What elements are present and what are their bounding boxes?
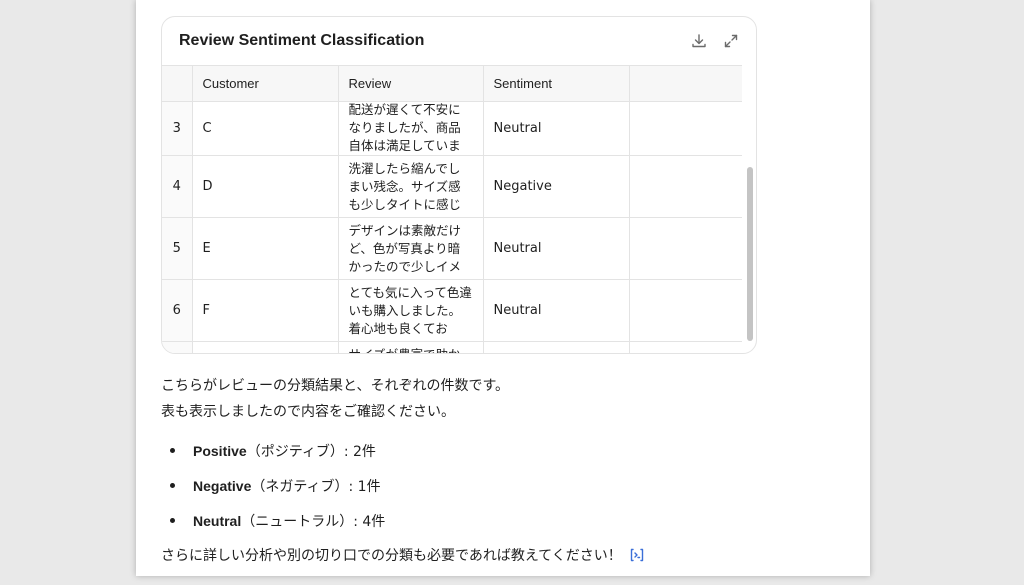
summary-label: Negative: [193, 477, 252, 494]
message-line: 表も表示しましたので内容をご確認ください。: [161, 404, 455, 420]
chat-panel: Review Sentiment Classification Customer…: [136, 0, 870, 576]
message-line: こちらがレビューの分類結果と、それぞれの件数です。: [161, 378, 510, 394]
assistant-message: こちらがレビューの分類結果と、それぞれの件数です。 表も表示しましたので内容をご…: [161, 373, 509, 425]
closing-message: さらに詳しい分析や別の切り口での分類も必要であれば教えてください！: [161, 545, 646, 565]
header-sentiment[interactable]: Sentiment: [483, 65, 630, 102]
cell-sentiment[interactable]: Neutral: [483, 279, 630, 342]
header-customer[interactable]: Customer: [192, 65, 339, 102]
card-header: Review Sentiment Classification: [162, 17, 756, 65]
review-text: デザインは素敵だけど、色が写真より暗かったので少しイメ: [348, 222, 462, 274]
cell-customer[interactable]: E: [192, 217, 339, 280]
header-index: [162, 65, 193, 102]
closing-text: さらに詳しい分析や別の切り口での分類も必要であれば教えてください！: [161, 548, 622, 564]
table-header-row: Customer Review Sentiment: [162, 65, 742, 102]
table-row: 5 E デザインは素敵だけど、色が写真より暗かったので少しイメ Neutral: [162, 217, 742, 280]
table-row: 6 F とても気に入って色違いも購入しました。着心地も良くてお Neutral: [162, 279, 742, 342]
cell-empty: [629, 101, 742, 156]
summary-detail: （ポジティブ）: 2件: [246, 443, 376, 460]
cell-sentiment[interactable]: [483, 341, 630, 353]
header-review[interactable]: Review: [338, 65, 484, 102]
cell-sentiment[interactable]: Neutral: [483, 101, 630, 156]
row-index: 4: [162, 155, 193, 218]
cell-customer[interactable]: F: [192, 279, 339, 342]
row-index: [162, 341, 193, 353]
cell-review[interactable]: デザインは素敵だけど、色が写真より暗かったので少しイメ: [338, 217, 484, 280]
card-title: Review Sentiment Classification: [179, 32, 425, 49]
bullet-icon: [170, 448, 175, 453]
summary-detail: （ネガティブ）: 1件: [251, 478, 381, 495]
table-row: 4 D 洗濯したら縮んでしまい残念。サイズ感も少しタイトに感じ Negative: [162, 155, 742, 218]
summary-list: Positive （ポジティブ）: 2件 Negative （ネガティブ）: 1…: [170, 433, 385, 538]
review-text: 洗濯したら縮んでしまい残念。サイズ感も少しタイトに感じ: [348, 160, 462, 212]
table-viewport[interactable]: Customer Review Sentiment 3 C 配送が遅くて不安にな…: [162, 65, 742, 354]
summary-label: Positive: [193, 442, 247, 459]
cell-review[interactable]: サイズが豊富で助か: [338, 341, 484, 354]
summary-label: Neutral: [193, 512, 242, 529]
cell-empty: [629, 155, 742, 218]
review-text: とても気に入って色違いも購入しました。着心地も良くてお: [348, 284, 472, 336]
expand-icon[interactable]: [722, 32, 740, 50]
cell-review[interactable]: 洗濯したら縮んでしまい残念。サイズ感も少しタイトに感じ: [338, 155, 484, 218]
cell-empty: [629, 341, 742, 353]
summary-detail: （ニュートラル）: 4件: [241, 513, 386, 530]
table-row: 3 C 配送が遅くて不安になりましたが、商品自体は満足していま Neutral: [162, 101, 742, 156]
bullet-icon: [170, 483, 175, 488]
download-icon[interactable]: [690, 32, 708, 50]
cell-empty: [629, 279, 742, 342]
row-index: 3: [162, 101, 193, 156]
cell-customer[interactable]: [192, 341, 339, 353]
scrollbar-thumb[interactable]: [747, 167, 753, 341]
review-text: 配送が遅くて不安になりましたが、商品自体は満足していま: [348, 102, 461, 153]
code-reference-icon[interactable]: [628, 546, 646, 564]
cell-review[interactable]: とても気に入って色違いも購入しました。着心地も良くてお: [338, 279, 484, 342]
table-row: サイズが豊富で助か: [162, 341, 742, 354]
header-extra: [629, 65, 742, 102]
cell-sentiment[interactable]: Neutral: [483, 217, 630, 280]
cell-customer[interactable]: D: [192, 155, 339, 218]
sentiment-table: Customer Review Sentiment 3 C 配送が遅くて不安にな…: [162, 65, 742, 354]
table-card: Review Sentiment Classification Customer…: [161, 16, 757, 354]
cell-sentiment[interactable]: Negative: [483, 155, 630, 218]
cell-customer[interactable]: C: [192, 101, 339, 156]
list-item: Neutral （ニュートラル）: 4件: [170, 503, 385, 538]
review-text: サイズが豊富で助か: [348, 346, 461, 354]
row-index: 5: [162, 217, 193, 280]
row-index: 6: [162, 279, 193, 342]
list-item: Positive （ポジティブ）: 2件: [170, 433, 385, 468]
list-item: Negative （ネガティブ）: 1件: [170, 468, 385, 503]
cell-empty: [629, 217, 742, 280]
bullet-icon: [170, 518, 175, 523]
cell-review[interactable]: 配送が遅くて不安になりましたが、商品自体は満足していま: [338, 101, 484, 156]
